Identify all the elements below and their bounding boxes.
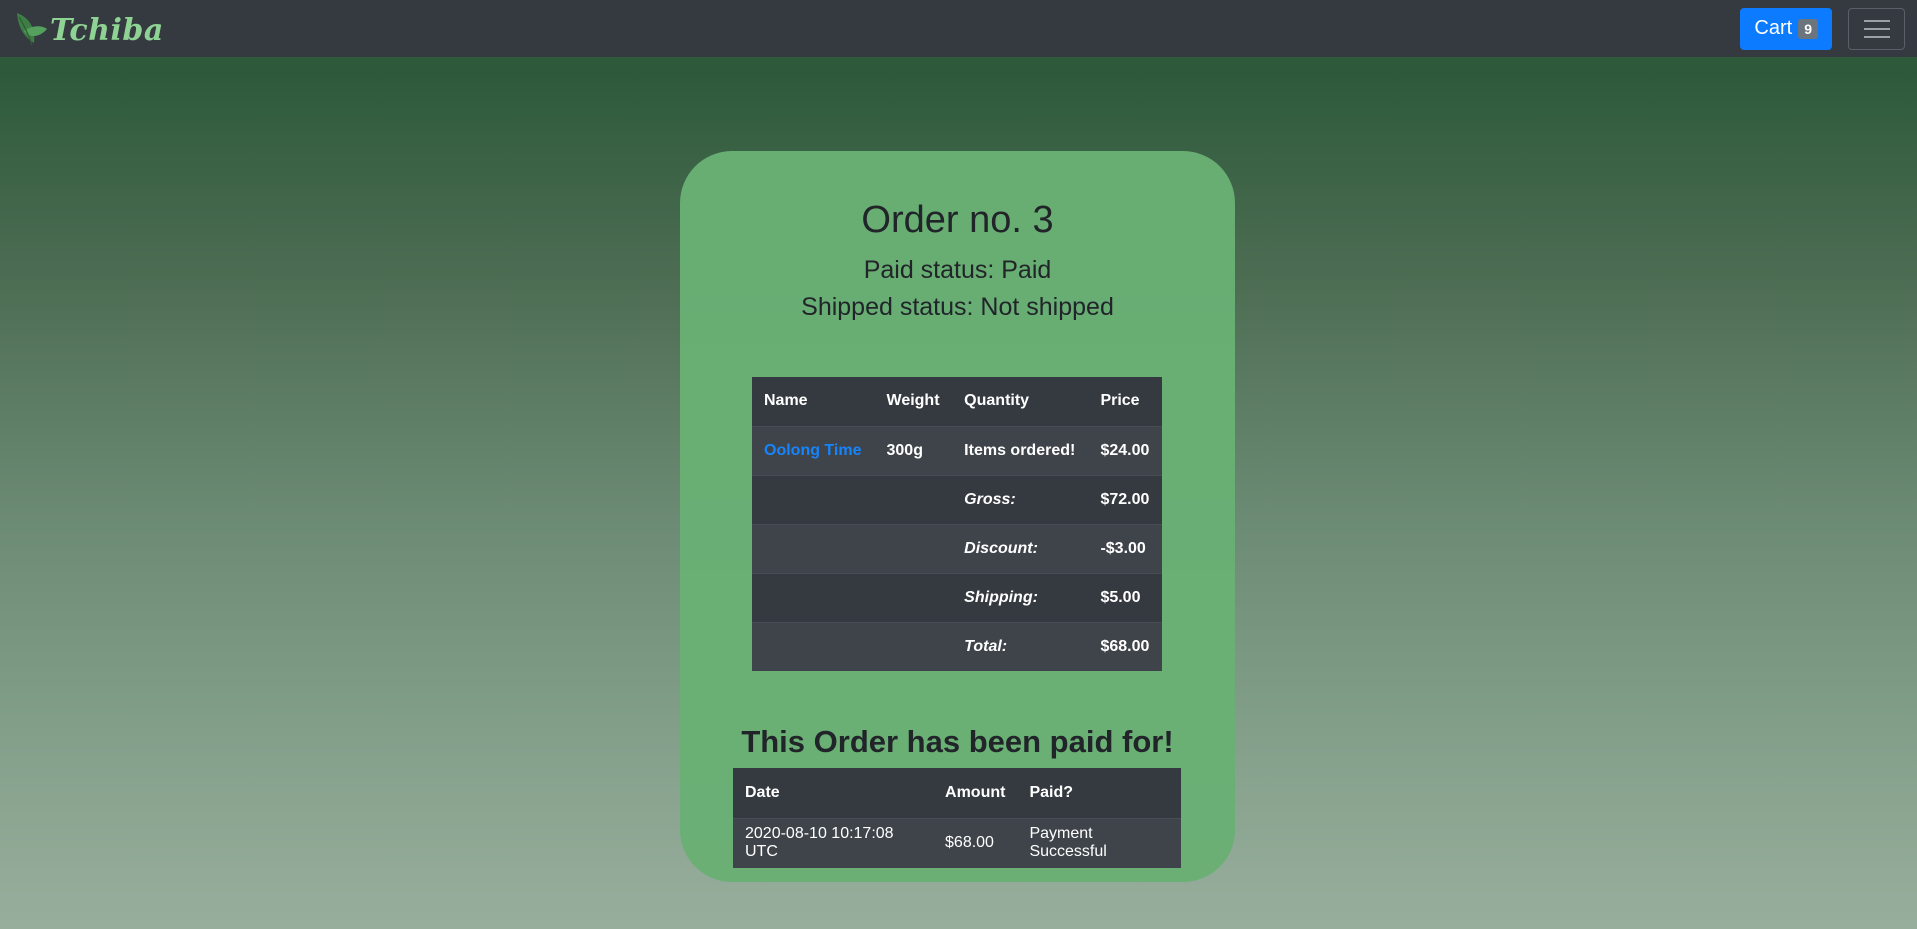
- discount-value: -$3.00: [1088, 523, 1162, 573]
- order-title: Order no. 3: [861, 199, 1054, 241]
- table-row: 2020-08-10 10:17:08 UTC $68.00 Payment S…: [733, 817, 1181, 868]
- brand-logo-link[interactable]: Tchiba: [14, 0, 164, 57]
- table-row: Oolong Time 300g Items ordered! $24.00: [752, 425, 1162, 475]
- column-header-paid: Paid?: [1017, 768, 1181, 818]
- cart-count-badge: 9: [1798, 18, 1818, 39]
- table-row: Discount: -$3.00: [752, 523, 1162, 573]
- payments-table: Date Amount Paid? 2020-08-10 10:17:08 UT…: [733, 768, 1181, 868]
- order-items-table: Name Weight Quantity Price Oolong Time 3…: [752, 377, 1162, 671]
- table-header-row: Name Weight Quantity Price: [752, 377, 1162, 426]
- shipped-status: Shipped status: Not shipped: [801, 293, 1114, 321]
- hamburger-menu-icon: [1863, 19, 1890, 38]
- gross-label: Gross:: [952, 474, 1089, 524]
- navbar: Tchiba Cart 9: [0, 0, 1917, 57]
- table-row: Total: $68.00: [752, 621, 1162, 671]
- gross-value: $72.00: [1088, 474, 1162, 524]
- column-header-price: Price: [1088, 377, 1162, 426]
- total-value: $68.00: [1088, 621, 1162, 671]
- discount-label: Discount:: [952, 523, 1089, 573]
- cart-button[interactable]: Cart 9: [1740, 7, 1832, 50]
- table-row: Shipping: $5.00: [752, 572, 1162, 622]
- payment-amount: $68.00: [933, 817, 1018, 868]
- column-header-amount: Amount: [933, 768, 1018, 818]
- item-quantity: Items ordered!: [952, 425, 1089, 475]
- payment-status: Payment Successful: [1017, 817, 1181, 868]
- column-header-name: Name: [752, 377, 875, 426]
- shipping-value: $5.00: [1088, 572, 1162, 622]
- paid-status: Paid status: Paid: [863, 256, 1052, 284]
- payment-heading: This Order has been paid for!: [741, 724, 1174, 759]
- table-row: Gross: $72.00: [752, 474, 1162, 524]
- brand-name: Tchiba: [50, 13, 164, 48]
- column-header-date: Date: [733, 768, 934, 818]
- item-weight: 300g: [874, 425, 953, 475]
- navbar-toggler-button[interactable]: [1848, 7, 1905, 50]
- item-price: $24.00: [1088, 425, 1162, 475]
- navbar-actions: Cart 9: [1740, 7, 1905, 50]
- total-label: Total:: [952, 621, 1089, 671]
- leaf-icon: [17, 12, 47, 45]
- cart-label: Cart: [1754, 17, 1793, 39]
- item-name-cell: Oolong Time: [752, 425, 875, 475]
- column-header-quantity: Quantity: [952, 377, 1089, 426]
- column-header-weight: Weight: [874, 377, 953, 426]
- payment-date: 2020-08-10 10:17:08 UTC: [733, 817, 934, 868]
- shipping-label: Shipping:: [952, 572, 1089, 622]
- item-name-link[interactable]: Oolong Time: [764, 442, 861, 459]
- table-header-row: Date Amount Paid?: [733, 768, 1181, 818]
